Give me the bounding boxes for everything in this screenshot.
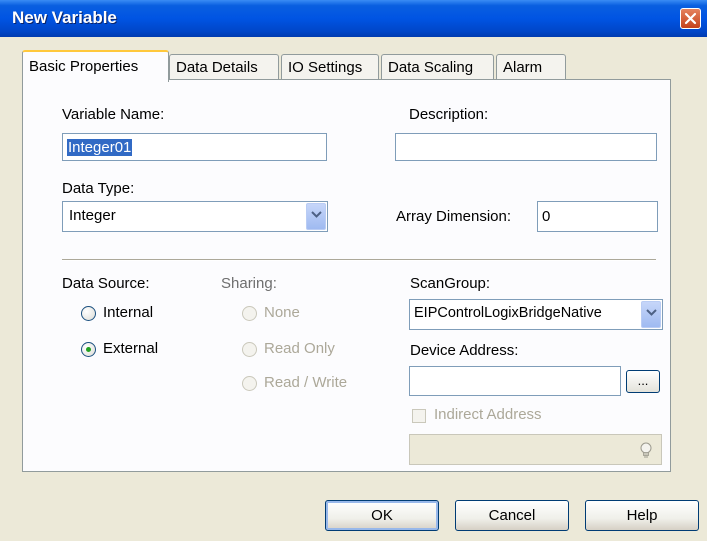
scan-group-select[interactable]: EIPControlLogixBridgeNative	[409, 299, 663, 330]
radio-read-write-label[interactable]: Read / Write	[264, 374, 347, 391]
scan-group-value: EIPControlLogixBridgeNative	[414, 305, 602, 321]
tab-label: Data Scaling	[388, 59, 474, 76]
radio-read-only[interactable]	[242, 342, 257, 357]
section-divider	[62, 259, 656, 261]
device-address-label: Device Address:	[410, 342, 519, 359]
indirect-address-checkbox[interactable]	[412, 409, 426, 423]
array-dimension-input[interactable]: 0	[537, 201, 658, 232]
tab-label: Alarm	[503, 59, 543, 76]
data-type-value: Integer	[69, 207, 116, 224]
dropdown-button[interactable]	[306, 203, 326, 230]
data-type-label: Data Type:	[62, 180, 135, 197]
description-label: Description:	[409, 106, 489, 123]
indirect-address-input[interactable]	[409, 434, 662, 465]
chevron-down-icon	[646, 309, 657, 316]
ok-button[interactable]: OK	[325, 500, 439, 531]
close-button[interactable]	[680, 8, 701, 29]
radio-external-label[interactable]: External	[103, 340, 158, 357]
ok-button-label: OK	[371, 507, 393, 524]
tab-label: IO Settings	[288, 59, 363, 76]
device-address-input[interactable]	[409, 366, 621, 396]
array-dimension-value: 0	[542, 208, 551, 225]
scan-group-label: ScanGroup:	[410, 275, 491, 292]
array-dimension-label: Array Dimension:	[396, 208, 512, 225]
tab-label: Data Details	[176, 59, 258, 76]
chevron-down-icon	[311, 211, 322, 218]
radio-none[interactable]	[242, 306, 257, 321]
tab-basic-properties[interactable]: Basic Properties	[22, 50, 169, 82]
close-icon	[684, 12, 697, 25]
tab-alarm[interactable]: Alarm	[496, 54, 566, 80]
tab-data-scaling[interactable]: Data Scaling	[381, 54, 494, 80]
radio-internal-label[interactable]: Internal	[103, 304, 153, 321]
sharing-label: Sharing:	[221, 275, 277, 292]
window-title: New Variable	[12, 8, 117, 27]
tab-io-settings[interactable]: IO Settings	[281, 54, 379, 80]
help-button[interactable]: Help	[585, 500, 699, 531]
radio-read-write[interactable]	[242, 376, 257, 391]
indirect-address-label[interactable]: Indirect Address	[434, 406, 542, 423]
data-type-select[interactable]: Integer	[62, 201, 328, 232]
cancel-button-label: Cancel	[488, 507, 536, 524]
browse-button-label: ...	[637, 373, 649, 388]
tab-data-details[interactable]: Data Details	[169, 54, 279, 80]
radio-selected-dot	[86, 347, 91, 352]
new-variable-dialog: New Variable Basic Properties Data Detai…	[0, 0, 707, 541]
radio-read-only-label[interactable]: Read Only	[264, 340, 335, 357]
variable-name-label: Variable Name:	[62, 106, 165, 123]
lightbulb-icon[interactable]	[638, 441, 654, 459]
browse-button[interactable]: ...	[626, 370, 660, 393]
variable-name-value: Integer01	[67, 139, 133, 156]
title-bar[interactable]: New Variable	[0, 0, 707, 37]
cancel-button[interactable]: Cancel	[455, 500, 569, 531]
tab-label: Basic Properties	[29, 58, 139, 75]
help-button-label: Help	[626, 507, 658, 524]
data-source-label: Data Source:	[62, 275, 150, 292]
radio-external[interactable]	[81, 342, 96, 357]
radio-none-label[interactable]: None	[264, 304, 300, 321]
radio-internal[interactable]	[81, 306, 96, 321]
variable-name-input[interactable]: Integer01	[62, 133, 327, 161]
description-input[interactable]	[395, 133, 657, 161]
dropdown-button[interactable]	[641, 301, 661, 328]
